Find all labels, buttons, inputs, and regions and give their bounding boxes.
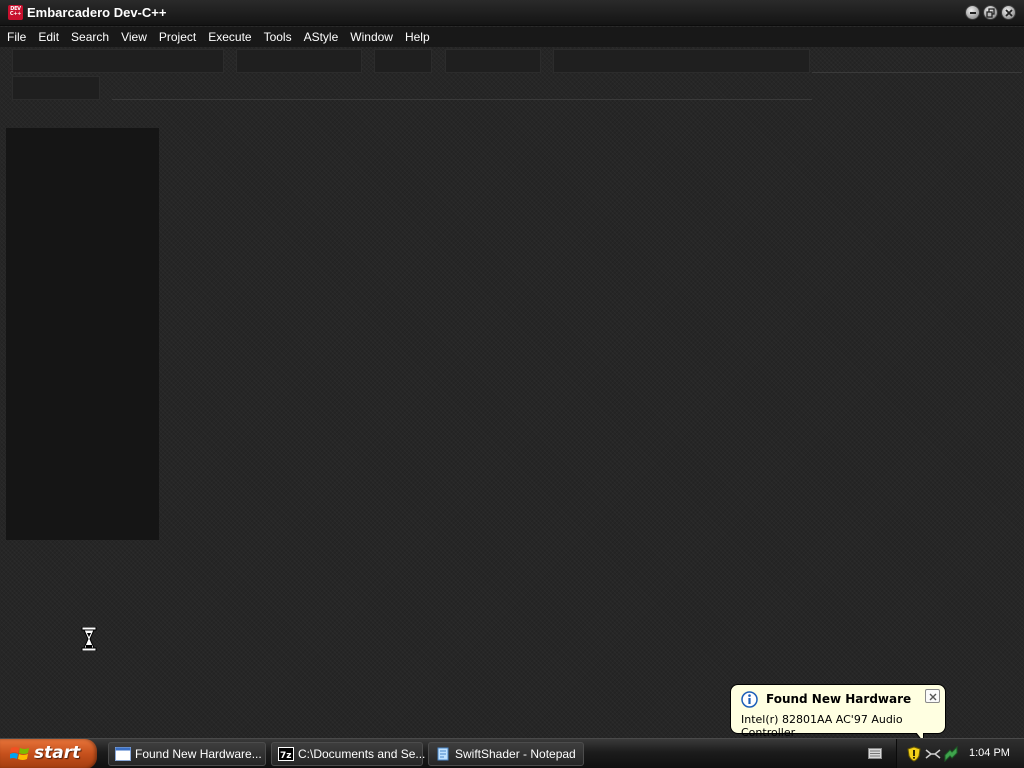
start-label: start [34, 743, 81, 763]
menu-file[interactable]: File [1, 27, 32, 47]
toolbar-compiler-select[interactable] [12, 76, 100, 100]
network-icon[interactable] [925, 747, 941, 761]
toolbar-area [0, 47, 1024, 103]
close-icon [1005, 9, 1013, 17]
menu-search[interactable]: Search [65, 27, 115, 47]
menu-edit[interactable]: Edit [32, 27, 65, 47]
taskbar-item-label: C:\Documents and Se... [298, 747, 426, 761]
menu-astyle[interactable]: AStyle [298, 27, 345, 47]
7zip-icon: 7z [278, 747, 294, 761]
found-new-hardware-balloon[interactable]: Found New Hardware Intel(r) 82801AA AC'9… [730, 684, 946, 739]
toolbar-compile[interactable] [445, 49, 541, 73]
restore-icon [986, 8, 995, 18]
menu-view[interactable]: View [115, 27, 153, 47]
svg-text:7z: 7z [280, 751, 292, 761]
menu-help[interactable]: Help [399, 27, 436, 47]
balloon-message: Intel(r) 82801AA AC'97 Audio Controller [741, 713, 903, 739]
toolbar-project[interactable] [553, 49, 810, 73]
toolbar-search[interactable] [374, 49, 432, 73]
taskbar-item-label: Found New Hardware... [135, 747, 262, 761]
menu-bar: File Edit Search View Project Execute To… [0, 27, 1024, 47]
close-icon [929, 693, 937, 701]
menu-tools[interactable]: Tools [258, 27, 298, 47]
toolbar-main[interactable] [12, 49, 224, 73]
title-bar[interactable]: DEV C++ Embarcadero Dev-C++ [0, 0, 1024, 26]
minimize-button[interactable] [965, 5, 980, 20]
minimize-icon [970, 12, 976, 14]
devcpp-app-icon[interactable]: DEV C++ [8, 5, 23, 20]
balloon-title: Found New Hardware [766, 692, 912, 706]
safely-remove-hardware-icon[interactable] [943, 746, 959, 762]
balloon-close-button[interactable] [925, 689, 940, 703]
window-icon [115, 747, 131, 761]
windows-logo-icon [10, 747, 29, 760]
close-button[interactable] [1001, 5, 1016, 20]
hourglass-cursor-icon [81, 627, 97, 651]
taskbar-item-label: SwiftShader - Notepad [455, 747, 576, 761]
notepad-icon [437, 747, 449, 761]
toolbar-edit[interactable] [236, 49, 362, 73]
menu-project[interactable]: Project [153, 27, 202, 47]
toolbar-divider [112, 99, 812, 100]
security-shield-icon[interactable] [907, 746, 921, 762]
start-button[interactable]: start [0, 739, 97, 768]
info-icon [741, 691, 758, 708]
restore-button[interactable] [983, 5, 998, 20]
toolbar-divider [812, 72, 1022, 73]
taskbar-item-found-new-hardware[interactable]: Found New Hardware... [108, 742, 266, 766]
window-title: Embarcadero Dev-C++ [27, 5, 167, 20]
project-browser-panel[interactable] [6, 128, 159, 540]
taskbar: start Found New Hardware... 7z C:\Docume… [0, 738, 1024, 768]
taskbar-item-notepad[interactable]: SwiftShader - Notepad [428, 742, 584, 766]
keyboard-language-icon[interactable] [868, 748, 882, 759]
clock[interactable]: 1:04 PM [969, 747, 1010, 759]
taskbar-item-documents-folder[interactable]: 7z C:\Documents and Se... [271, 742, 426, 766]
menu-execute[interactable]: Execute [202, 27, 257, 47]
menu-window[interactable]: Window [344, 27, 399, 47]
system-tray: 1:04 PM [896, 739, 1024, 768]
